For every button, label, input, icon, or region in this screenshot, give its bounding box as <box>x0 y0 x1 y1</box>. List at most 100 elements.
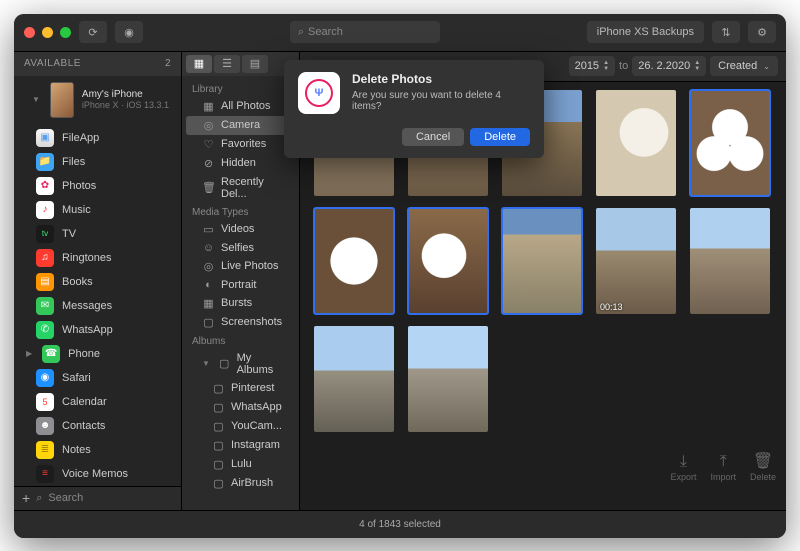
item-label: Portrait <box>221 279 256 291</box>
toolbar-search-input[interactable]: ⌕ Search <box>290 21 440 43</box>
library-item-selfies[interactable]: ☺Selfies <box>186 239 295 257</box>
date-from-field[interactable]: 2015 ▲▼ <box>569 56 615 76</box>
library-item-videos[interactable]: ▭Videos <box>186 220 295 239</box>
item-label: Hidden <box>221 157 256 169</box>
photo-thumbnail[interactable] <box>408 326 488 432</box>
export-button[interactable]: ⤓Export <box>670 454 696 482</box>
date-to-field[interactable]: 26. 2.2020 ▲▼ <box>632 56 706 76</box>
contacts-icon: ☻ <box>36 417 54 435</box>
library-item-recently-del-[interactable]: 🗑Recently Del... <box>186 173 295 203</box>
expand-caret[interactable]: ▶ <box>26 349 32 358</box>
chevron-down-icon: ⌄ <box>763 62 770 71</box>
photo-thumbnail[interactable] <box>690 90 770 196</box>
refresh-button[interactable]: ⟳ <box>79 21 107 43</box>
my-albums-label: My Albums <box>237 352 289 376</box>
dialog-delete-button[interactable]: Delete <box>470 128 530 146</box>
library-item-lulu[interactable]: ▢Lulu <box>186 455 295 474</box>
sidebar-item-books[interactable]: ▤Books <box>14 270 181 294</box>
library-item-favorites[interactable]: ♡Favorites <box>186 135 295 154</box>
sidebar-item-label: Ringtones <box>62 252 112 264</box>
search-icon: ⌕ <box>36 492 42 505</box>
sidebar-item-ringtones[interactable]: ♫Ringtones <box>14 246 181 270</box>
sidebar-item-calendar[interactable]: 5Calendar <box>14 390 181 414</box>
sidebar-item-label: Photos <box>62 180 96 192</box>
photo-thumbnail[interactable] <box>690 208 770 314</box>
item-icon: ◎ <box>202 260 215 273</box>
sidebar-item-tv[interactable]: tvTV <box>14 222 181 246</box>
sidebar-item-voice-memos[interactable]: ≡Voice Memos <box>14 462 181 486</box>
stepper-icon[interactable]: ▲▼ <box>694 60 700 72</box>
item-icon: ▦ <box>202 297 215 310</box>
item-icon: ◎ <box>202 119 215 132</box>
sidebar-footer: + ⌕ Search <box>14 486 181 510</box>
import-icon: ⤒ <box>720 454 727 470</box>
photo-thumbnail[interactable] <box>408 208 488 314</box>
export-icon: ⤓ <box>680 454 687 470</box>
photos-icon: ✿ <box>36 177 54 195</box>
library-item-all-photos[interactable]: ▦All Photos <box>186 97 295 116</box>
device-thumbnail <box>50 82 74 118</box>
delete-button[interactable]: 🗑Delete <box>750 454 776 482</box>
library-item-portrait[interactable]: ◐Portrait <box>186 276 295 294</box>
my-albums-item[interactable]: ▼ ▢ My Albums <box>186 349 295 379</box>
sidebar-header-label: AVAILABLE <box>24 58 81 69</box>
view-grid-button[interactable]: ▦ <box>186 55 212 73</box>
add-button[interactable]: + <box>22 490 30 506</box>
sidebar-item-fileapp[interactable]: ▣FileApp <box>14 126 181 150</box>
view-detail-button[interactable]: ▤ <box>242 55 268 73</box>
sidebar-item-photos[interactable]: ✿ Photos <box>14 174 181 198</box>
dialog-cancel-button[interactable]: Cancel <box>402 128 464 146</box>
sidebar-item-phone[interactable]: ▶☎Phone <box>14 342 181 366</box>
sidebar-item-files[interactable]: 📁Files <box>14 150 181 174</box>
sidebar-item-music[interactable]: ♪Music <box>14 198 181 222</box>
sidebar-item-whatsapp[interactable]: ✆WhatsApp <box>14 318 181 342</box>
stepper-icon[interactable]: ▲▼ <box>603 60 609 72</box>
sidebar-item-contacts[interactable]: ☻Contacts <box>14 414 181 438</box>
item-label: Selfies <box>221 242 254 254</box>
folder-icon: ▢ <box>218 357 231 370</box>
item-label: Live Photos <box>221 260 278 272</box>
photo-thumbnail[interactable] <box>502 208 582 314</box>
item-label: AirBrush <box>231 477 273 489</box>
item-icon: ▢ <box>212 382 225 395</box>
sidebar-item-safari[interactable]: ◉Safari <box>14 366 181 390</box>
selection-status: 4 of 1843 selected <box>359 519 441 530</box>
device-expand-caret[interactable]: ▼ <box>32 95 40 104</box>
settings-button[interactable]: ⚙ <box>748 21 776 43</box>
sidebar-search-input[interactable]: Search <box>48 492 173 504</box>
view-list-button[interactable]: ☰ <box>214 55 240 73</box>
library-item-camera[interactable]: ◎Camera <box>186 116 295 135</box>
item-label: Videos <box>221 223 254 235</box>
library-item-pinterest[interactable]: ▢Pinterest <box>186 379 295 398</box>
library-item-airbrush[interactable]: ▢AirBrush <box>186 474 295 493</box>
zoom-window-button[interactable] <box>60 27 71 38</box>
calendar-icon: 5 <box>36 393 54 411</box>
whatsapp-icon: ✆ <box>36 321 54 339</box>
photo-thumbnail[interactable] <box>596 90 676 196</box>
sidebar-item-notes[interactable]: ≣Notes <box>14 438 181 462</box>
library-item-bursts[interactable]: ▦Bursts <box>186 294 295 313</box>
device-row[interactable]: ▼ Amy's iPhone iPhone X · iOS 13.3.1 <box>14 76 181 124</box>
library-item-youcam-[interactable]: ▢YouCam... <box>186 417 295 436</box>
albums-expand-caret[interactable]: ▼ <box>202 359 210 368</box>
item-icon: ▢ <box>212 439 225 452</box>
library-item-screenshots[interactable]: ▢Screenshots <box>186 313 295 332</box>
photo-thumbnail[interactable] <box>314 326 394 432</box>
photo-thumbnail[interactable] <box>314 208 394 314</box>
library-item-whatsapp[interactable]: ▢WhatsApp <box>186 398 295 417</box>
minimize-window-button[interactable] <box>42 27 53 38</box>
backups-dropdown[interactable]: iPhone XS Backups <box>587 21 704 43</box>
sidebar-item-label: FileApp <box>62 132 99 144</box>
sync-button[interactable]: ⇅ <box>712 21 740 43</box>
library-item-hidden[interactable]: ⊘Hidden <box>186 154 295 173</box>
photo-thumbnail[interactable]: 00:13 <box>596 208 676 314</box>
import-button[interactable]: ⤒Import <box>710 454 736 482</box>
item-label: Instagram <box>231 439 280 451</box>
library-item-live-photos[interactable]: ◎ Live Photos <box>186 257 295 276</box>
sidebar-item-messages[interactable]: ✉Messages <box>14 294 181 318</box>
device-sidebar: AVAILABLE 2 ▼ Amy's iPhone iPhone X · iO… <box>14 52 182 510</box>
sort-dropdown[interactable]: Created ⌄ <box>710 56 778 76</box>
preview-button[interactable]: ◉ <box>115 21 143 43</box>
library-item-instagram[interactable]: ▢ Instagram <box>186 436 295 455</box>
close-window-button[interactable] <box>24 27 35 38</box>
